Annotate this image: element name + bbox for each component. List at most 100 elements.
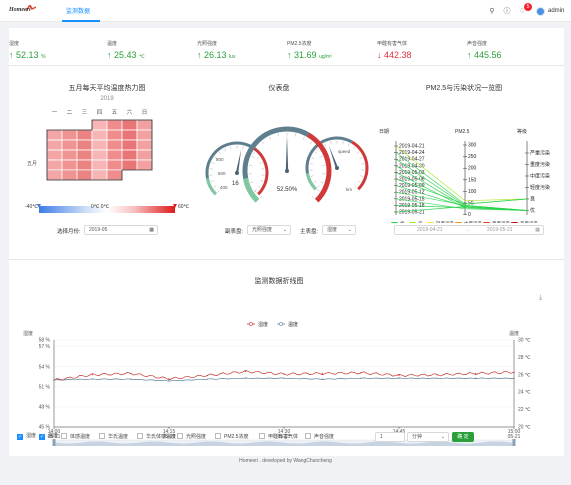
weekday-label: 二 — [67, 110, 73, 116]
heatmap-cell — [121, 139, 138, 151]
series-checkbox[interactable]: ✓ 温度 — [39, 433, 58, 441]
brand-logo[interactable]: Homeeri — [9, 7, 31, 13]
checkbox-box[interactable] — [215, 433, 221, 439]
metric-value: ↑ 25.43 ℃ — [107, 50, 145, 60]
metric-0: 湿度 ↑ 52.13 % — [9, 40, 46, 60]
metric-3: PM2.5浓度 ↑ 31.69 ug/m³ — [287, 40, 332, 60]
active-tab-indicator — [62, 20, 100, 22]
confirm-button[interactable]: 确 定 — [452, 432, 474, 442]
series-checkbox[interactable]: 光照强度 — [177, 433, 206, 441]
checkbox-box[interactable]: ✓ — [39, 434, 45, 440]
weekday-label: 四 — [97, 109, 103, 116]
checkbox-box[interactable] — [177, 433, 183, 439]
left-gauge-tick — [252, 151, 256, 155]
checkbox-box[interactable]: ✓ — [17, 434, 23, 440]
help-icon[interactable]: ⓘ — [503, 8, 511, 16]
sub-gauge-select[interactable]: 光照强度 ⌄ — [247, 225, 291, 235]
legend-max-label: 60℃ — [178, 204, 190, 210]
data-point — [398, 377, 400, 379]
heatmap-cell — [76, 149, 93, 161]
pm-date-tick: 2019-04-21 — [399, 144, 425, 150]
right-gauge-tick — [356, 151, 360, 154]
right-gauge-tick — [359, 157, 363, 159]
main-gauge-tick — [295, 133, 297, 137]
left-gauge-needle — [235, 149, 242, 174]
metric-label: 温度 — [107, 41, 118, 47]
heatmap-cell — [106, 129, 123, 141]
left-gauge-arc-low — [205, 177, 217, 196]
series-checkbox[interactable]: 声音强度 — [305, 433, 334, 441]
right-gauge-tick — [357, 180, 361, 183]
level-tick: 良 — [530, 196, 535, 203]
metric-unit: % — [41, 54, 46, 60]
checkbox-box[interactable] — [61, 433, 67, 439]
heatmap-cell — [136, 139, 153, 151]
data-point — [513, 371, 515, 373]
checkbox-box[interactable] — [305, 433, 311, 439]
pm-legend-label: 轻度污染 — [436, 220, 454, 223]
data-point — [53, 379, 55, 381]
interval-unit-select[interactable]: 分钟 ⌄ — [407, 432, 449, 442]
data-point — [168, 378, 170, 380]
avatar[interactable] — [536, 7, 545, 16]
data-point — [475, 372, 477, 375]
heatmap-cell — [61, 139, 78, 151]
line-chart: 湿度 温度湿度 温度58 %57 %54 %51 %48 %45 %30 ℃28 ℃… — [23, 321, 531, 446]
series-checkbox[interactable]: 甲醛有害气体 — [259, 433, 298, 441]
checkbox-label: 华氏温度 — [108, 434, 129, 440]
heatmap-cell — [76, 169, 93, 181]
series-checkbox[interactable]: ✓ 湿度 — [17, 433, 36, 441]
data-point — [130, 378, 132, 380]
zoom-slider-right-handle[interactable] — [512, 439, 516, 446]
pm-legend-swatch — [409, 222, 416, 223]
pm-legend-label: 中度污染 — [464, 220, 482, 223]
right-gauge-tick — [311, 157, 315, 159]
chevron-down-icon: ⌄ — [347, 227, 352, 233]
series-checkbox[interactable]: 华氏温度 — [99, 433, 128, 441]
search-icon[interactable]: ⚲ — [488, 8, 496, 16]
checkbox-box[interactable] — [99, 433, 105, 439]
main-gauge-tick — [302, 136, 305, 140]
main-gauge-tick — [250, 181, 254, 184]
right-gauge-arc-low — [305, 172, 317, 191]
arrow-up-icon: ↑ — [287, 50, 292, 60]
series-checkbox[interactable]: 体感温度 — [61, 433, 90, 441]
heatmap-cell — [76, 129, 93, 141]
left-gauge-hub — [235, 171, 239, 175]
main-gauge-tick — [311, 195, 315, 199]
data-point — [245, 370, 247, 373]
date-range-picker[interactable]: 2019-04-21 → 2019-05-21 ▦ — [394, 225, 544, 235]
legend-min-label: -40℃ — [25, 204, 38, 210]
checkbox-box[interactable] — [259, 433, 265, 439]
left-gauge-value: 16 — [232, 181, 239, 187]
main-gauge-select[interactable]: 湿度 ⌄ — [322, 225, 356, 235]
heatmap-cell — [46, 129, 63, 141]
heatmap-cell — [91, 119, 108, 131]
right-axis-tick: 30 ℃ — [518, 338, 531, 344]
series-checkbox[interactable]: PM2.5浓度 — [215, 433, 248, 441]
data-point — [360, 377, 362, 379]
heatmap-cell — [106, 119, 123, 131]
legend-mid-label: 0℃ 0℃ — [91, 204, 110, 210]
metric-number: 26.13 — [204, 50, 227, 60]
checkbox-box[interactable] — [137, 433, 143, 439]
month-picker[interactable]: 2019-05 ▦ — [84, 225, 158, 235]
interval-number-input[interactable]: 1 — [375, 432, 405, 442]
calendar-icon: ▦ — [535, 227, 540, 233]
data-point — [398, 374, 400, 377]
interval-value: 1 — [380, 434, 383, 440]
pm-title: PM2.5与污染状况一览图 — [425, 85, 503, 92]
heatmap-cell — [46, 159, 63, 171]
data-point — [206, 374, 208, 377]
heatmap-cell — [136, 129, 153, 141]
main-gauge-label: 主表盘: — [300, 229, 319, 235]
pm-legend-swatch — [511, 222, 518, 223]
main-card: 湿度 ↑ 52.13 % 温度 ↑ 25.43 ℃ 光照强度 ↑ 26.13 lux PM2… — [9, 28, 564, 456]
notification-badge: 5 — [524, 3, 532, 11]
series-checkbox[interactable]: 华氏体感温度 — [137, 433, 176, 441]
user-name[interactable]: admin — [548, 8, 564, 14]
right-gauge-tick — [313, 180, 317, 183]
tab-monitor[interactable]: 监测数据 — [66, 6, 90, 15]
month-select-label: 选择月份: — [57, 229, 81, 235]
left-gauge-tick: 800 — [216, 157, 224, 162]
